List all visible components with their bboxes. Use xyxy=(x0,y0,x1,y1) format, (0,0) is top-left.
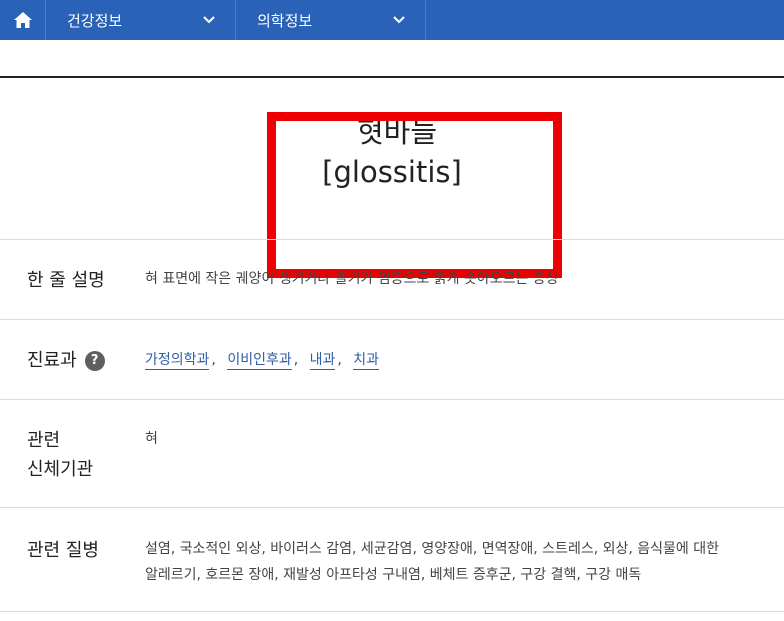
department-link-family-medicine[interactable]: 가정의학과 xyxy=(145,352,210,370)
home-icon xyxy=(13,12,32,28)
link-separator: , xyxy=(293,352,299,368)
organ-label-line2: 신체기관 xyxy=(27,459,94,480)
nav-item-label: 의학정보 xyxy=(257,11,313,30)
related-disease-label: 관련 질병 xyxy=(27,540,99,561)
nav-dropdown-health-info[interactable]: 건강정보 xyxy=(46,0,236,40)
related-disease-line2: 알레르기, 호르몬 장애, 재발성 아프타성 구내염, 베체트 증후군, 구강 … xyxy=(145,567,642,583)
section-divider xyxy=(0,76,784,78)
organ-row: 관련 신체기관 혀 xyxy=(0,399,784,507)
summary-value: 혀 표면에 작은 궤양이 생기거나 돌기가 염증으로 붉게 솟아오르는 증상 xyxy=(145,271,559,287)
related-disease-value: 설염, 국소적인 외상, 바이러스 감염, 세균감염, 영양장애, 면역장애, … xyxy=(145,536,719,588)
nav-dropdown-medical-info[interactable]: 의학정보 xyxy=(236,0,426,40)
department-label: 진료과 xyxy=(27,350,77,371)
department-link-internal-medicine[interactable]: 내과 xyxy=(309,352,336,370)
nav-item-label: 건강정보 xyxy=(67,11,123,30)
department-link-ent[interactable]: 이비인후과 xyxy=(227,352,292,370)
related-disease-row: 관련 질병 설염, 국소적인 외상, 바이러스 감염, 세균감염, 영양장애, … xyxy=(0,507,784,611)
top-navigation: 건강정보 의학정보 xyxy=(0,0,784,40)
organ-label: 관련 신체기관 xyxy=(27,426,93,484)
department-row: 진료과? 가정의학과, 이비인후과, 내과, 치과 xyxy=(0,319,784,399)
section-divider xyxy=(0,611,784,612)
summary-label: 한 줄 설명 xyxy=(27,270,105,291)
organ-label-line1: 관련 xyxy=(27,430,61,451)
department-links: 가정의학과, 이비인후과, 내과, 치과 xyxy=(145,347,380,373)
department-link-dentistry[interactable]: 치과 xyxy=(353,352,380,370)
chevron-down-icon xyxy=(203,16,215,24)
link-separator: , xyxy=(337,352,342,368)
summary-row: 한 줄 설명 혀 표면에 작은 궤양이 생기거나 돌기가 염증으로 붉게 솟아오… xyxy=(0,239,784,319)
home-button[interactable] xyxy=(0,0,46,40)
help-icon[interactable]: ? xyxy=(84,350,105,371)
link-separator: , xyxy=(211,352,216,368)
related-disease-line1: 설염, 국소적인 외상, 바이러스 감염, 세균감염, 영양장애, 면역장애, … xyxy=(145,541,719,557)
organ-value: 혀 xyxy=(145,431,158,447)
department-label-wrap: 진료과? xyxy=(27,346,105,375)
chevron-down-icon xyxy=(393,16,405,24)
